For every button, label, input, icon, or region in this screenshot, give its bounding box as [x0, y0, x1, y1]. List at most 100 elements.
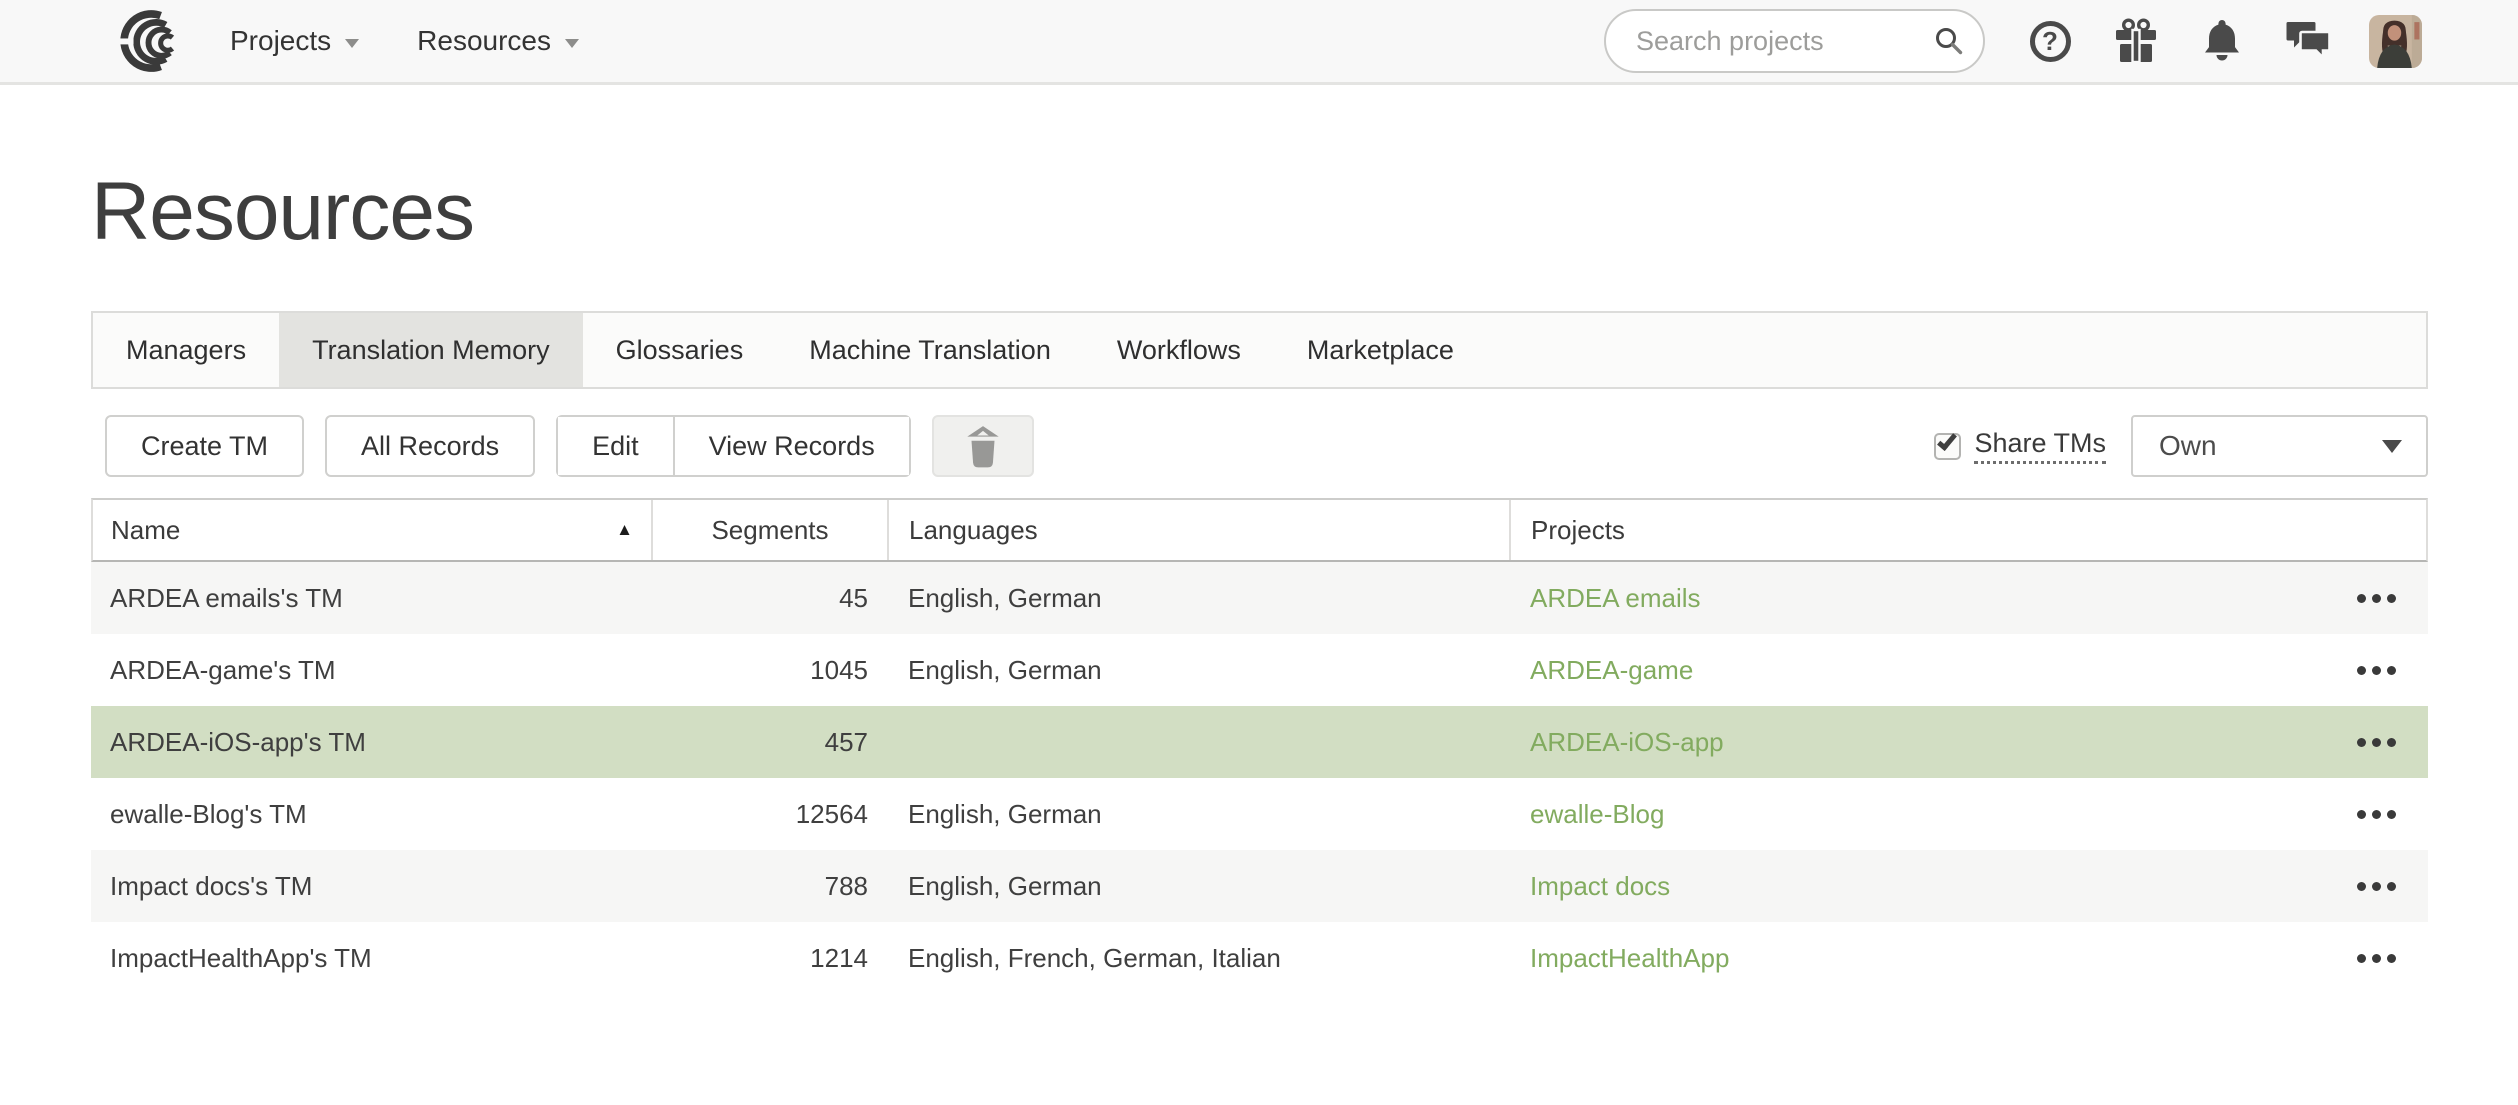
tm-name-cell: ARDEA-game's TM [91, 655, 651, 686]
project-link[interactable]: ewalle-Blog [1530, 799, 1664, 830]
project-link[interactable]: ImpactHealthApp [1530, 943, 1729, 974]
nav-menu-resources-label: Resources [417, 25, 551, 57]
tm-languages-cell: English, German [887, 871, 1509, 902]
ellipsis-icon [2357, 666, 2366, 675]
row-actions-button[interactable] [2351, 584, 2402, 613]
gift-button[interactable] [2113, 18, 2159, 64]
ellipsis-icon [2357, 738, 2366, 747]
tm-table: Name ▲ Segments Languages Projects ARDEA… [91, 498, 2428, 994]
table-row[interactable]: ARDEA-game's TM 1045 English, German ARD… [91, 634, 2428, 706]
top-nav: Projects Resources ? [0, 0, 2518, 85]
row-actions-button[interactable] [2351, 872, 2402, 901]
project-link[interactable]: ARDEA emails [1530, 583, 1701, 614]
tm-languages-cell: English, German [887, 655, 1509, 686]
tm-projects-cell: ARDEA-game [1509, 655, 2428, 686]
notifications-button[interactable] [2199, 18, 2245, 64]
chat-icon [2285, 19, 2331, 63]
create-tm-button[interactable]: Create TM [105, 415, 304, 477]
nav-menu-projects[interactable]: Projects [230, 25, 359, 57]
nav-menu-projects-label: Projects [230, 25, 331, 57]
share-tms-checkbox[interactable] [1934, 433, 1961, 460]
view-records-button[interactable]: View Records [673, 417, 909, 475]
gift-icon [2113, 18, 2159, 64]
ellipsis-icon [2357, 882, 2366, 891]
all-records-button[interactable]: All Records [325, 415, 535, 477]
tm-languages-cell: English, French, German, Italian [887, 943, 1509, 974]
search-icon[interactable] [1933, 25, 1965, 57]
nav-menus: Projects Resources [230, 25, 579, 57]
tm-segments-cell: 1214 [651, 943, 887, 974]
tab-bar: Managers Translation Memory Glossaries M… [91, 311, 2428, 389]
row-actions-button[interactable] [2351, 728, 2402, 757]
table-row[interactable]: ImpactHealthApp's TM 1214 English, Frenc… [91, 922, 2428, 994]
column-header-projects[interactable]: Projects [1509, 500, 2426, 560]
tm-languages-cell: English, German [887, 583, 1509, 614]
tm-projects-cell: Impact docs [1509, 871, 2428, 902]
tm-segments-cell: 788 [651, 871, 887, 902]
ellipsis-icon [2357, 810, 2366, 819]
sort-ascending-icon: ▲ [616, 520, 633, 540]
messages-button[interactable] [2285, 18, 2331, 64]
tm-segments-cell: 1045 [651, 655, 887, 686]
project-link[interactable]: ARDEA-game [1530, 655, 1693, 686]
trash-icon [962, 423, 1004, 469]
project-link[interactable]: ARDEA-iOS-app [1530, 727, 1724, 758]
search-box [1604, 9, 1985, 73]
delete-tm-button[interactable] [932, 415, 1034, 477]
row-actions-button[interactable] [2351, 656, 2402, 685]
avatar-image [2369, 15, 2422, 68]
edit-view-button-group: Edit View Records [556, 415, 911, 477]
tm-projects-cell: ARDEA-iOS-app [1509, 727, 2428, 758]
nav-menu-resources[interactable]: Resources [417, 25, 579, 57]
help-button[interactable]: ? [2027, 18, 2073, 64]
nav-right: ? [1604, 9, 2422, 73]
row-actions-button[interactable] [2351, 944, 2402, 973]
tm-segments-cell: 457 [651, 727, 887, 758]
scope-select-value: Own [2159, 430, 2217, 462]
tm-projects-cell: ARDEA emails [1509, 583, 2428, 614]
tm-projects-cell: ewalle-Blog [1509, 799, 2428, 830]
tm-name-cell: ARDEA emails's TM [91, 583, 651, 614]
tab-machine-translation[interactable]: Machine Translation [776, 313, 1084, 387]
tm-segments-cell: 45 [651, 583, 887, 614]
edit-button[interactable]: Edit [558, 417, 673, 475]
share-tms-label[interactable]: Share TMs [1974, 428, 2106, 464]
nav-icons: ? [2027, 18, 2331, 64]
column-header-languages[interactable]: Languages [887, 500, 1509, 560]
tab-marketplace[interactable]: Marketplace [1274, 313, 1487, 387]
tm-name-cell: ewalle-Blog's TM [91, 799, 651, 830]
page-title: Resources [91, 171, 2428, 253]
toolbar: Create TM All Records Edit View Records … [91, 415, 2428, 477]
table-row-selected[interactable]: ARDEA-iOS-app's TM 457 ARDEA-iOS-app [91, 706, 2428, 778]
checkmark-icon [1938, 430, 1958, 451]
tm-name-cell: ImpactHealthApp's TM [91, 943, 651, 974]
table-row[interactable]: Impact docs's TM 788 English, German Imp… [91, 850, 2428, 922]
tm-languages-cell: English, German [887, 799, 1509, 830]
tab-glossaries[interactable]: Glossaries [583, 313, 777, 387]
help-icon: ? [2030, 21, 2071, 62]
resources-page: Projects Resources ? [0, 0, 2518, 1105]
table-header: Name ▲ Segments Languages Projects [91, 498, 2428, 562]
table-row[interactable]: ARDEA emails's TM 45 English, German ARD… [91, 562, 2428, 634]
select-arrow-icon [2382, 440, 2402, 453]
tm-name-cell: Impact docs's TM [91, 871, 651, 902]
user-avatar[interactable] [2369, 15, 2422, 68]
column-header-segments[interactable]: Segments [651, 500, 887, 560]
main-content: Resources Managers Translation Memory Gl… [0, 171, 2518, 994]
app-logo-icon[interactable] [98, 9, 186, 73]
tab-managers[interactable]: Managers [93, 313, 279, 387]
scope-select[interactable]: Own [2131, 415, 2428, 477]
tab-workflows[interactable]: Workflows [1084, 313, 1274, 387]
project-link[interactable]: Impact docs [1530, 871, 1670, 902]
ellipsis-icon [2357, 954, 2366, 963]
row-actions-button[interactable] [2351, 800, 2402, 829]
table-row[interactable]: ewalle-Blog's TM 12564 English, German e… [91, 778, 2428, 850]
search-input[interactable] [1604, 9, 1985, 73]
chevron-down-icon [345, 39, 359, 48]
table-body: ARDEA emails's TM 45 English, German ARD… [91, 562, 2428, 994]
toolbar-right: Share TMs Own [1934, 415, 2428, 477]
column-header-name[interactable]: Name ▲ [93, 500, 651, 560]
column-header-name-label: Name [111, 515, 180, 546]
tm-projects-cell: ImpactHealthApp [1509, 943, 2428, 974]
tab-translation-memory[interactable]: Translation Memory [279, 313, 583, 387]
